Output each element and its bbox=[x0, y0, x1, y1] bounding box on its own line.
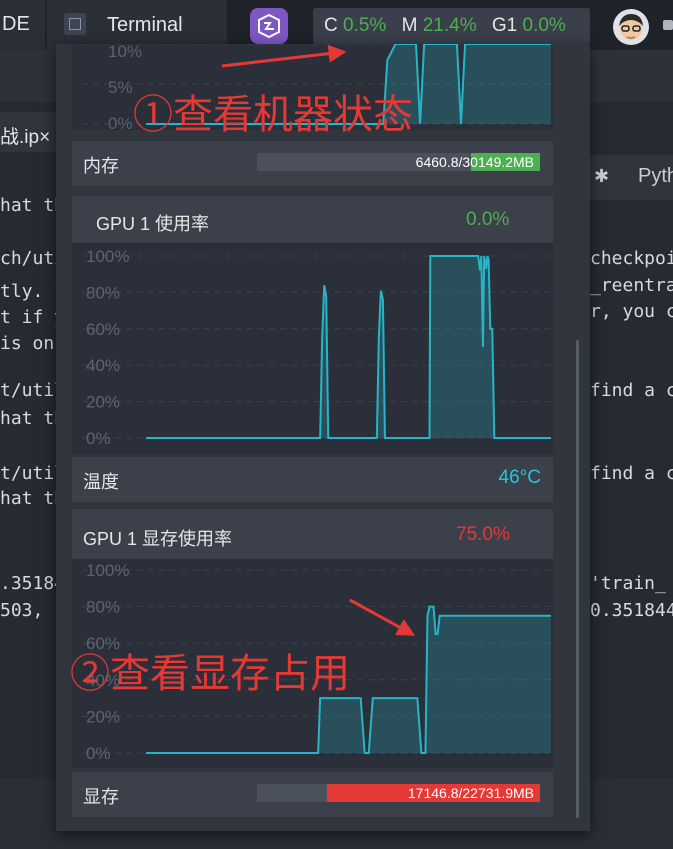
memory-usage-bar: 6460.8/30149.2MB bbox=[257, 153, 540, 171]
notebook-file-tab[interactable]: 战.ip× bbox=[0, 112, 60, 152]
overflow-icon[interactable] bbox=[663, 20, 673, 30]
kernel-label[interactable]: Pyth bbox=[638, 165, 673, 188]
memory-usage-text: 6460.8/30149.2MB bbox=[415, 154, 534, 170]
gpu-value: 0.0% bbox=[522, 15, 566, 36]
cpu-value: 0.5% bbox=[343, 15, 387, 36]
gpu-util-value: 0.0% bbox=[466, 209, 510, 230]
y-tick-label: 20% bbox=[86, 393, 120, 412]
avatar[interactable] bbox=[613, 9, 649, 45]
gpu-util-title: GPU 1 使用率 bbox=[96, 214, 210, 234]
gpu-key: G1 bbox=[491, 15, 518, 36]
temperature-value: 46°C bbox=[498, 467, 541, 488]
gpu-mem-title: GPU 1 显存使用率 bbox=[83, 529, 233, 549]
kernel-toolbar: ✱ Pyth bbox=[590, 155, 673, 200]
y-tick-label: 100% bbox=[86, 247, 129, 266]
vram-usage-text: 17146.8/22731.9MB bbox=[407, 785, 534, 801]
notebook-file-tab-label: 战.ip× bbox=[0, 127, 51, 148]
memory-row: 内存 6460.8/30149.2MB bbox=[72, 141, 553, 186]
y-tick-label: 0% bbox=[86, 429, 111, 448]
terminal-icon bbox=[64, 13, 86, 35]
top-bar: DE Terminal C 0.5% M 21.4% G1 0.0% bbox=[0, 0, 673, 50]
tab-terminal-label: Terminal bbox=[107, 14, 183, 36]
y-tick-label: 80% bbox=[86, 283, 120, 302]
y-tick-label: 40% bbox=[86, 356, 120, 375]
y-tick-label: 60% bbox=[86, 320, 120, 339]
resource-status-button[interactable]: C 0.5% M 21.4% G1 0.0% bbox=[313, 8, 590, 44]
terminal-line: _reentra bbox=[590, 275, 673, 296]
y-tick-label: 100% bbox=[86, 561, 129, 580]
vram-label: 显存 bbox=[83, 787, 119, 807]
tab-ide-label: DE bbox=[2, 13, 30, 35]
gpu-mem-value: 75.0% bbox=[456, 524, 510, 545]
mem-key: M bbox=[401, 15, 418, 36]
annotation-check-vram: ②查看显存占用 bbox=[70, 652, 350, 696]
annotation-check-machine: ①查看机器状态 bbox=[133, 93, 413, 137]
tab-ide[interactable]: DE bbox=[0, 0, 45, 50]
panel-scrollbar[interactable] bbox=[576, 340, 579, 818]
memory-label: 内存 bbox=[83, 156, 119, 176]
app-logo-icon[interactable] bbox=[250, 8, 288, 44]
terminal-line: r, you c bbox=[590, 301, 673, 322]
vram-usage-bar: 17146.8/22731.9MB bbox=[257, 784, 540, 802]
y-tick-label: 0% bbox=[86, 744, 111, 763]
vram-row: 显存 17146.8/22731.9MB bbox=[72, 772, 553, 817]
series-area bbox=[146, 256, 551, 438]
gpu-util-chart: 100% 80% 60% 40% 20% 0% bbox=[72, 243, 553, 454]
terminal-line: is on bbox=[0, 333, 55, 354]
terminal-line: 0.351844 bbox=[590, 600, 673, 621]
mem-value: 21.4% bbox=[422, 15, 477, 36]
terminal-line: find a c bbox=[590, 463, 673, 484]
temperature-row: 温度 46°C bbox=[72, 457, 553, 502]
terminal-line: find a c bbox=[590, 380, 673, 401]
terminal-line: checkpoi bbox=[590, 248, 673, 269]
cpu-key: C bbox=[324, 15, 338, 36]
cpu-ytick-10: 10% bbox=[108, 42, 143, 61]
y-tick-label: 20% bbox=[86, 707, 120, 726]
debug-icon[interactable]: ✱ bbox=[594, 166, 609, 187]
y-tick-label: 80% bbox=[86, 598, 120, 617]
terminal-line: 'train_ bbox=[590, 573, 666, 594]
temperature-label: 温度 bbox=[83, 472, 119, 492]
gpu-util-chart-svg: 100% 80% 60% 40% 20% 0% bbox=[82, 247, 551, 448]
